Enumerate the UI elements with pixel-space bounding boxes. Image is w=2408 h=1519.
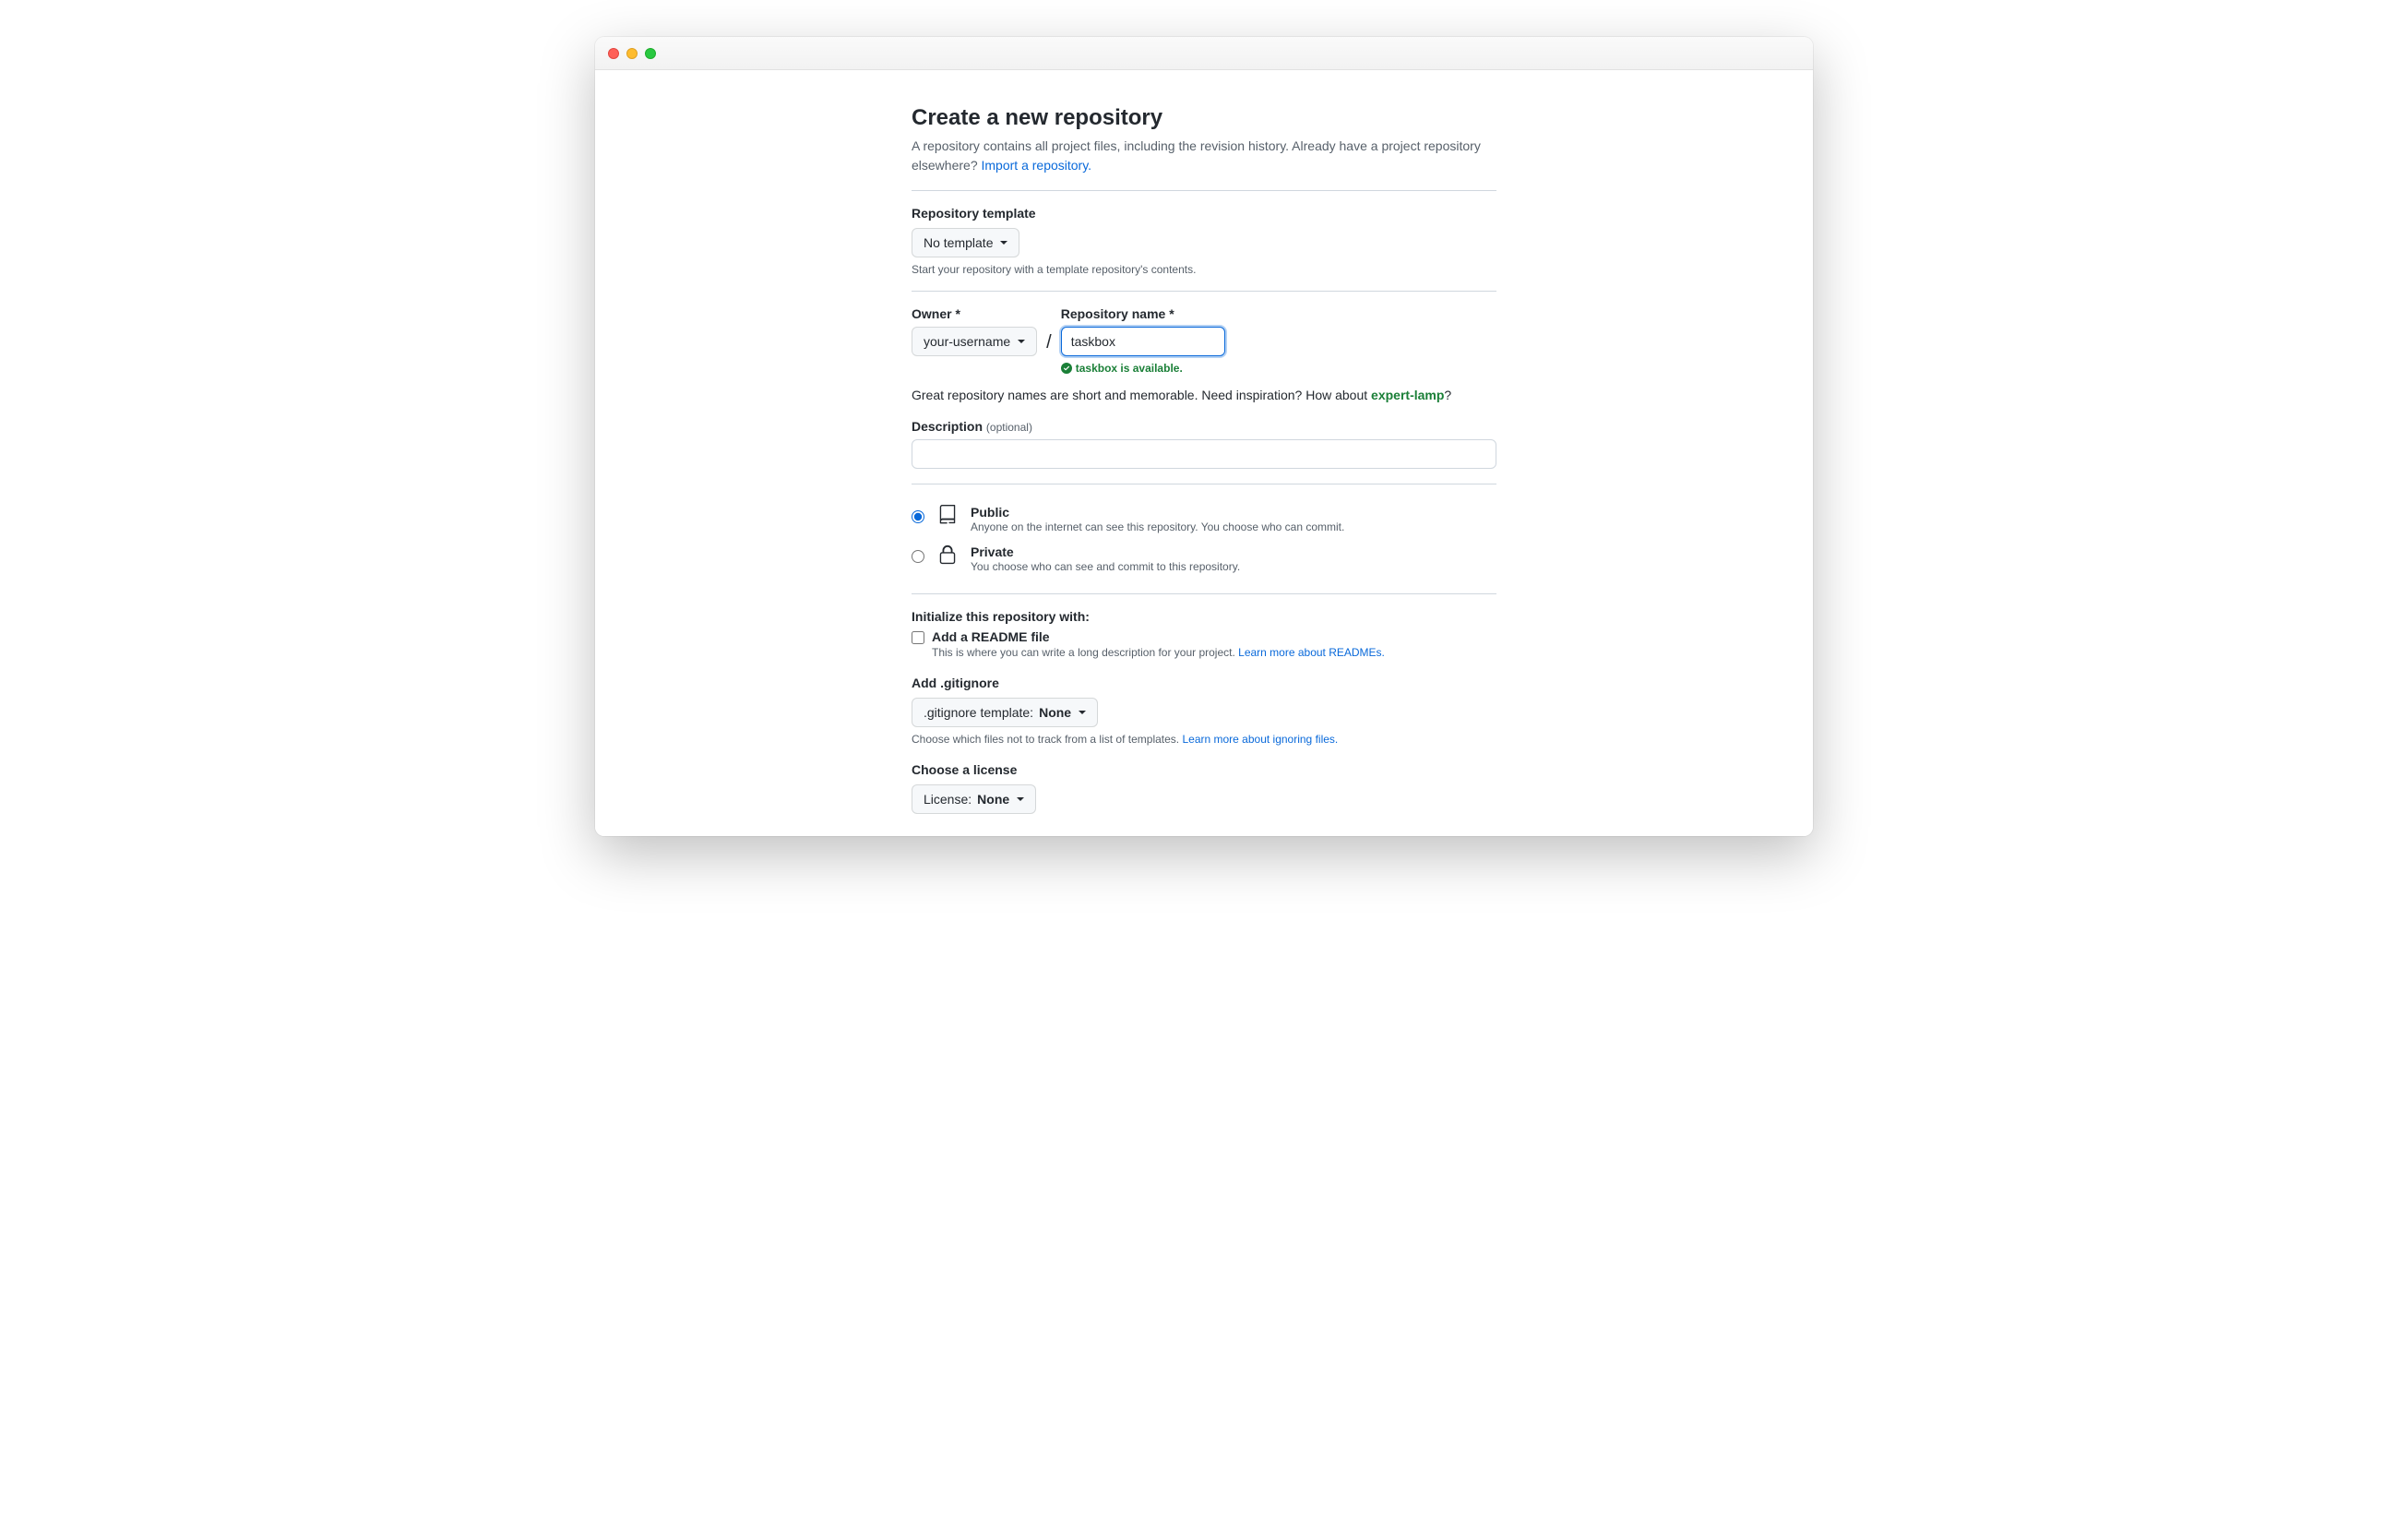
license-button-prefix: License: bbox=[924, 790, 972, 808]
readme-learn-more-link[interactable]: Learn more about READMEs. bbox=[1238, 646, 1385, 659]
description-optional: (optional) bbox=[986, 421, 1032, 434]
chevron-down-icon bbox=[1079, 711, 1086, 714]
page-title: Create a new repository bbox=[912, 105, 1496, 131]
visibility-private-text: Private You choose who can see and commi… bbox=[971, 544, 1240, 573]
inspiration-prefix: Great repository names are short and mem… bbox=[912, 388, 1371, 402]
visibility-public-title: Public bbox=[971, 505, 1344, 520]
section-divider bbox=[912, 190, 1496, 191]
chevron-down-icon bbox=[1000, 241, 1007, 245]
visibility-public-text: Public Anyone on the internet can see th… bbox=[971, 505, 1344, 533]
owner-label: Owner * bbox=[912, 306, 1037, 321]
readme-desc: This is where you can write a long descr… bbox=[932, 646, 1496, 659]
owner-column: Owner * your-username bbox=[912, 306, 1037, 356]
gitignore-hint: Choose which files not to track from a l… bbox=[912, 733, 1496, 746]
license-selected: None bbox=[977, 790, 1009, 808]
gitignore-button-prefix: .gitignore template: bbox=[924, 703, 1033, 722]
visibility-public-desc: Anyone on the internet can see this repo… bbox=[971, 520, 1344, 533]
visibility-public-radio[interactable] bbox=[912, 510, 924, 523]
gitignore-selected: None bbox=[1039, 703, 1071, 722]
owner-dropdown[interactable]: your-username bbox=[912, 327, 1037, 356]
initialize-heading: Initialize this repository with: bbox=[912, 609, 1496, 624]
template-dropdown[interactable]: No template bbox=[912, 228, 1019, 257]
repo-name-input[interactable] bbox=[1061, 327, 1225, 356]
readme-title: Add a README file bbox=[932, 629, 1050, 644]
import-repository-link[interactable]: Import a repository. bbox=[982, 158, 1092, 173]
template-label: Repository template bbox=[912, 206, 1496, 221]
repo-name-label: Repository name * bbox=[1061, 306, 1225, 321]
name-suggestion-link[interactable]: expert-lamp bbox=[1371, 388, 1444, 402]
owner-selected: your-username bbox=[924, 332, 1010, 351]
gitignore-heading: Add .gitignore bbox=[912, 676, 1496, 690]
section-divider bbox=[912, 291, 1496, 292]
minimize-icon[interactable] bbox=[626, 48, 638, 59]
visibility-private-title: Private bbox=[971, 544, 1240, 559]
name-inspiration: Great repository names are short and mem… bbox=[912, 388, 1496, 402]
repo-name-availability: taskbox is available. bbox=[1061, 362, 1225, 375]
window-titlebar bbox=[595, 37, 1813, 70]
license-heading: Choose a license bbox=[912, 762, 1496, 777]
gitignore-hint-text: Choose which files not to track from a l… bbox=[912, 733, 1182, 746]
check-circle-icon bbox=[1061, 363, 1072, 374]
gitignore-dropdown[interactable]: .gitignore template: None bbox=[912, 698, 1098, 727]
chevron-down-icon bbox=[1018, 340, 1025, 343]
readme-desc-text: This is where you can write a long descr… bbox=[932, 646, 1238, 659]
license-section: Choose a license License: None bbox=[912, 762, 1496, 814]
visibility-public-row[interactable]: Public Anyone on the internet can see th… bbox=[912, 499, 1496, 539]
description-label-text: Description bbox=[912, 419, 983, 434]
template-selected: No template bbox=[924, 233, 993, 252]
template-section: Repository template No template Start yo… bbox=[912, 206, 1496, 276]
readme-checkbox-row[interactable]: Add a README file bbox=[912, 629, 1496, 644]
description-section: Description (optional) bbox=[912, 419, 1496, 469]
readme-checkbox[interactable] bbox=[912, 631, 924, 644]
section-divider bbox=[912, 593, 1496, 594]
owner-name-row: Owner * your-username / Repository name … bbox=[912, 306, 1496, 375]
description-input[interactable] bbox=[912, 439, 1496, 469]
owner-name-separator: / bbox=[1046, 306, 1052, 353]
availability-text: taskbox is available. bbox=[1076, 362, 1183, 375]
page-content: Create a new repository A repository con… bbox=[595, 70, 1813, 836]
visibility-section: Public Anyone on the internet can see th… bbox=[912, 499, 1496, 579]
gitignore-section: Add .gitignore .gitignore template: None… bbox=[912, 676, 1496, 746]
visibility-private-radio[interactable] bbox=[912, 550, 924, 563]
visibility-private-row[interactable]: Private You choose who can see and commi… bbox=[912, 539, 1496, 579]
visibility-private-desc: You choose who can see and commit to thi… bbox=[971, 560, 1240, 573]
app-window: Create a new repository A repository con… bbox=[595, 37, 1813, 836]
inspiration-suffix: ? bbox=[1444, 388, 1451, 402]
chevron-down-icon bbox=[1017, 797, 1024, 801]
maximize-icon[interactable] bbox=[645, 48, 656, 59]
gitignore-learn-more-link[interactable]: Learn more about ignoring files. bbox=[1182, 733, 1338, 746]
description-label: Description (optional) bbox=[912, 419, 1496, 434]
page-subtitle: A repository contains all project files,… bbox=[912, 137, 1496, 175]
initialize-section: Initialize this repository with: Add a R… bbox=[912, 609, 1496, 659]
license-dropdown[interactable]: License: None bbox=[912, 784, 1036, 814]
repo-name-column: Repository name * taskbox is available. bbox=[1061, 306, 1225, 375]
template-hint: Start your repository with a template re… bbox=[912, 263, 1496, 276]
close-icon[interactable] bbox=[608, 48, 619, 59]
repo-icon bbox=[937, 505, 958, 530]
lock-icon bbox=[937, 544, 958, 569]
